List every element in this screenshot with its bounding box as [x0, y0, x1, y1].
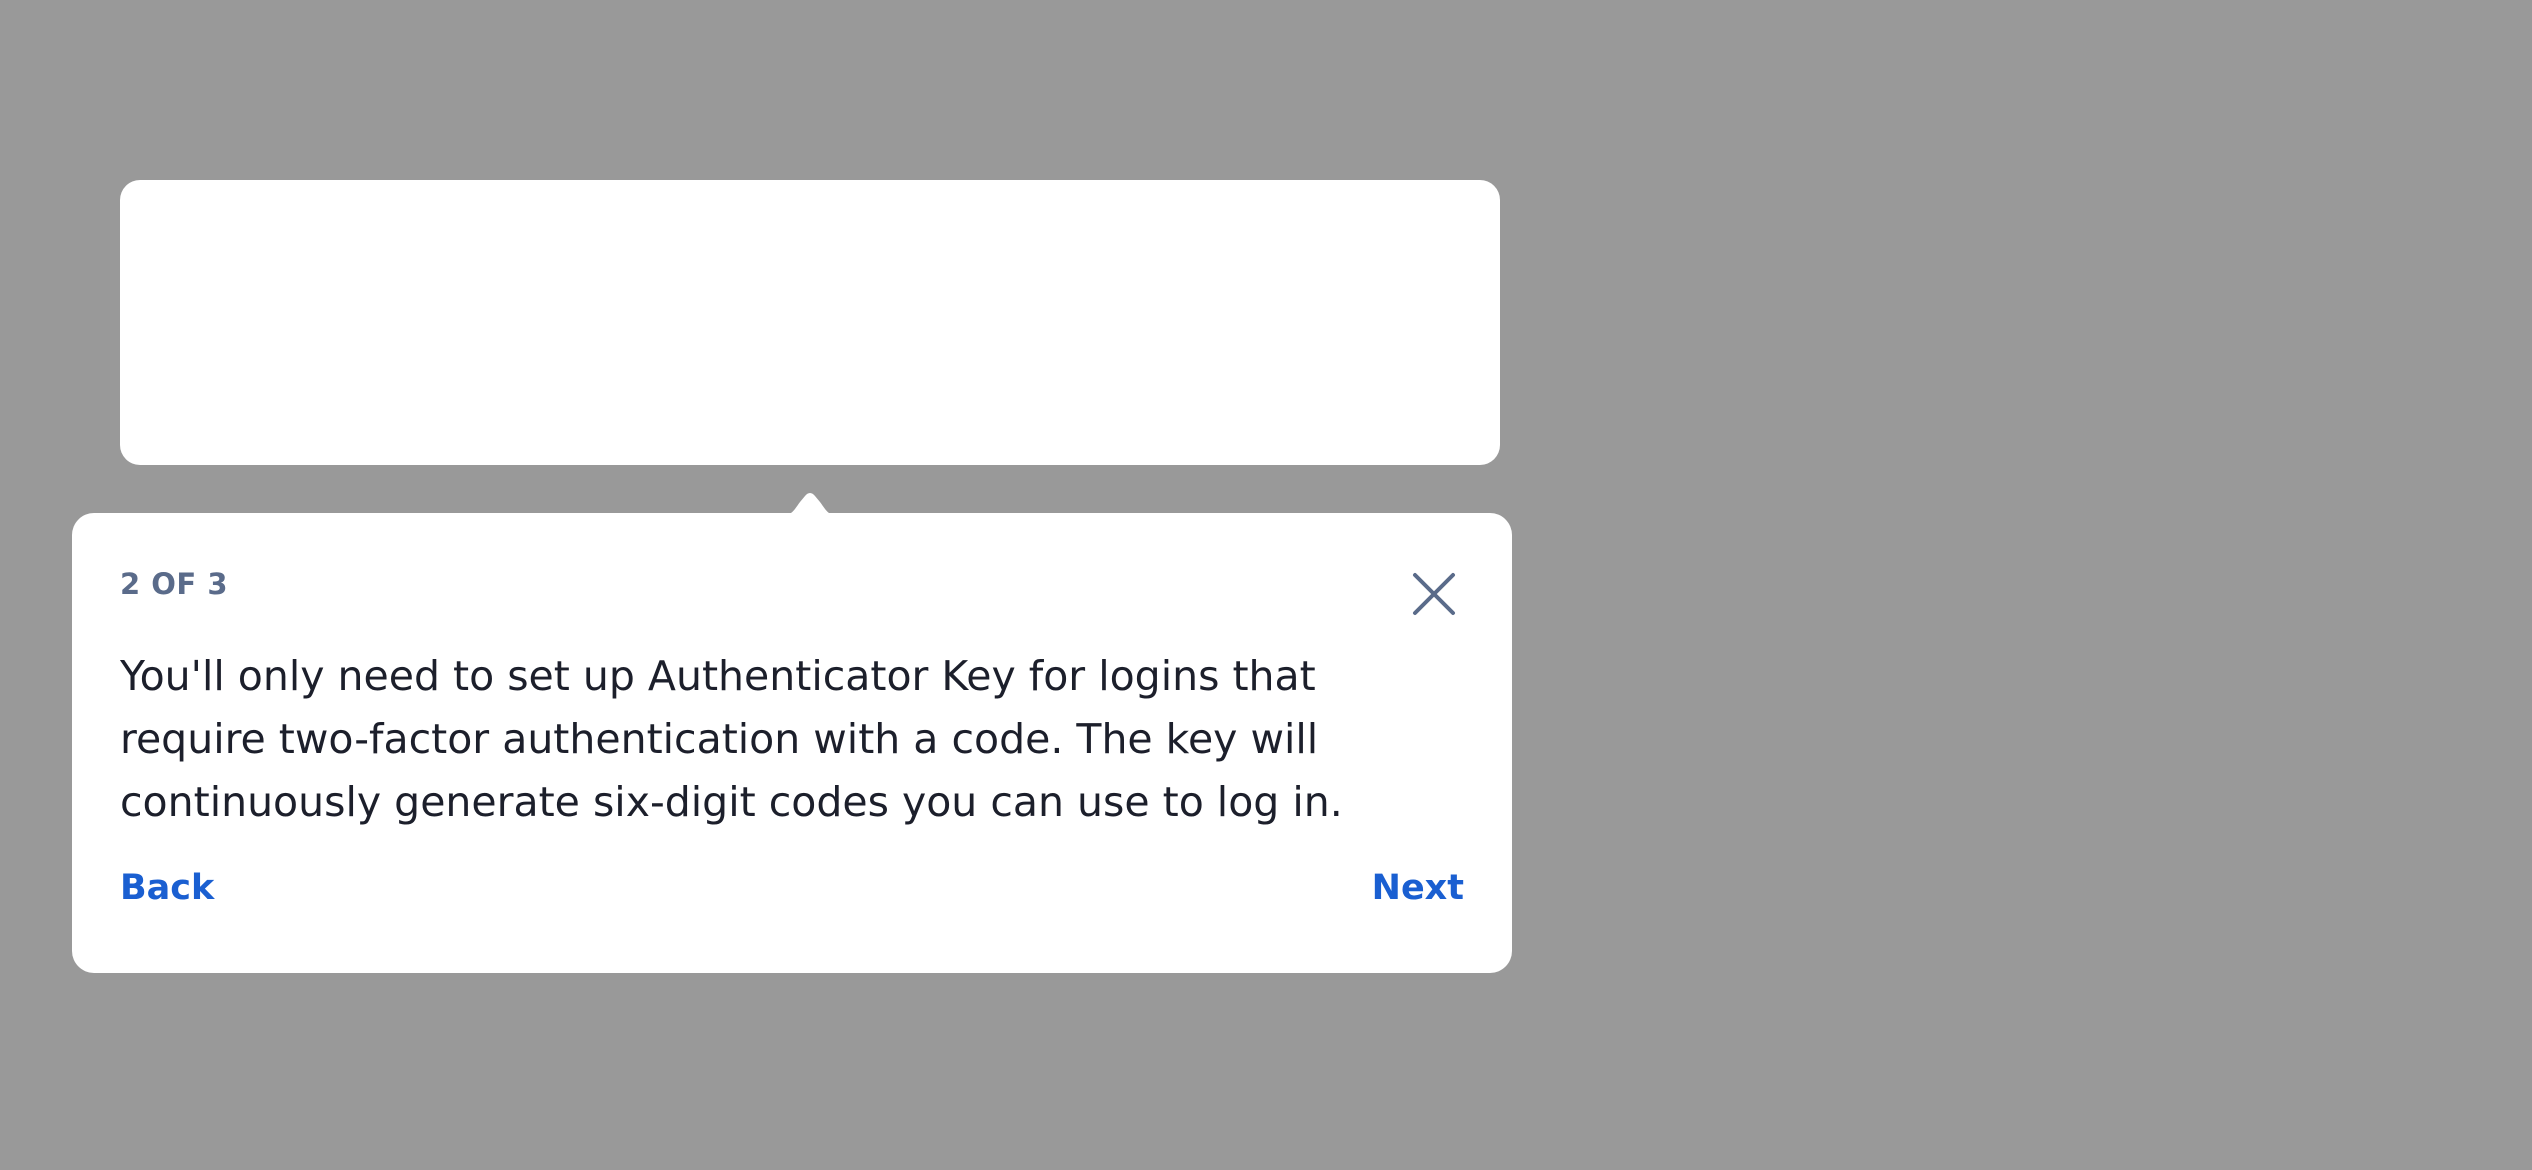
tooltip-pointer — [760, 493, 860, 516]
close-button[interactable] — [1407, 567, 1461, 621]
tooltip-message: You'll only need to set up Authenticator… — [120, 652, 1343, 826]
highlighted-target-area — [120, 180, 1500, 465]
back-button[interactable]: Back — [120, 868, 214, 908]
next-button[interactable]: Next — [1372, 868, 1464, 908]
onboarding-tooltip: 2 OF 3 You'll only need to set up Authen… — [72, 513, 1512, 973]
close-icon — [1413, 573, 1455, 615]
step-counter: 2 OF 3 — [120, 567, 229, 601]
